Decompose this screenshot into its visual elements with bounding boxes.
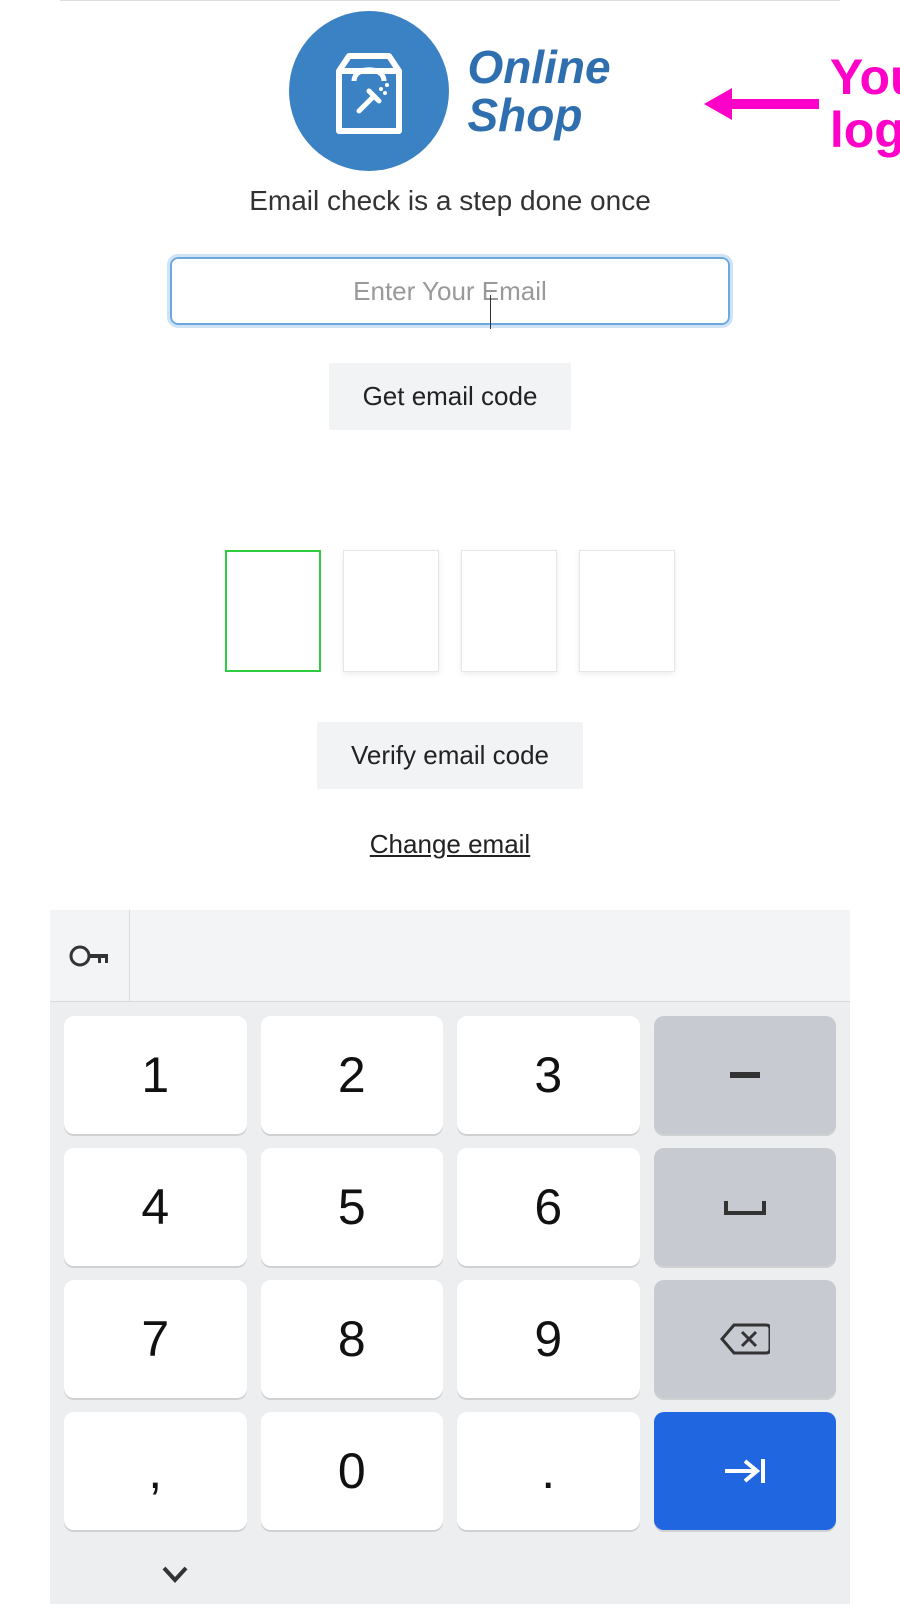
- keypad-4[interactable]: 4: [64, 1148, 247, 1266]
- keypad-backspace[interactable]: [654, 1280, 837, 1398]
- code-digit-3[interactable]: [461, 550, 557, 672]
- key-icon: [68, 941, 112, 971]
- logo-text-line1: Online: [467, 43, 610, 91]
- keypad-9[interactable]: 9: [457, 1280, 640, 1398]
- keypad-2[interactable]: 2: [261, 1016, 444, 1134]
- arrow-icon: [704, 74, 824, 134]
- text-cursor: [490, 295, 491, 329]
- code-digit-2[interactable]: [343, 550, 439, 672]
- logo-area: Online Shop Your logo: [50, 11, 850, 171]
- keyboard-toolbar: [50, 910, 850, 1002]
- code-digit-4[interactable]: [579, 550, 675, 672]
- shopping-bag-icon: [319, 41, 419, 141]
- keypad-1[interactable]: 1: [64, 1016, 247, 1134]
- numeric-keyboard: 1 2 3 4 5 6 7 8 9: [50, 910, 850, 1604]
- email-input[interactable]: [170, 257, 730, 325]
- keypad-comma[interactable]: ,: [64, 1412, 247, 1530]
- subtitle-text: Email check is a step done once: [50, 185, 850, 217]
- dash-icon: [730, 1072, 760, 1078]
- keypad-5[interactable]: 5: [261, 1148, 444, 1266]
- keypad-8[interactable]: 8: [261, 1280, 444, 1398]
- logo-icon: [289, 11, 449, 171]
- code-digit-1[interactable]: [225, 550, 321, 672]
- keypad-0[interactable]: 0: [261, 1412, 444, 1530]
- keypad-6[interactable]: 6: [457, 1148, 640, 1266]
- keypad-7[interactable]: 7: [64, 1280, 247, 1398]
- keypad-period[interactable]: .: [457, 1412, 640, 1530]
- code-input-row: [50, 550, 850, 672]
- space-icon: [722, 1197, 768, 1217]
- keypad-next[interactable]: [654, 1412, 837, 1530]
- annotation-line2: logo: [830, 104, 900, 157]
- keypad-3[interactable]: 3: [457, 1016, 640, 1134]
- change-email-link[interactable]: Change email: [50, 829, 850, 860]
- keypad-space[interactable]: [654, 1148, 837, 1266]
- backspace-icon: [720, 1321, 770, 1357]
- logo-text: Online Shop: [467, 43, 610, 140]
- tab-arrow-icon: [723, 1456, 767, 1486]
- top-divider: [60, 0, 840, 1]
- get-email-code-button[interactable]: Get email code: [329, 363, 572, 430]
- logo-text-line2: Shop: [467, 91, 610, 139]
- annotation-line1: Your: [830, 51, 900, 104]
- chevron-down-icon[interactable]: [160, 1564, 190, 1584]
- verify-email-code-button[interactable]: Verify email code: [317, 722, 583, 789]
- annotation: Your logo: [704, 51, 900, 156]
- password-key-button[interactable]: [50, 910, 130, 1001]
- keypad-dash[interactable]: [654, 1016, 837, 1134]
